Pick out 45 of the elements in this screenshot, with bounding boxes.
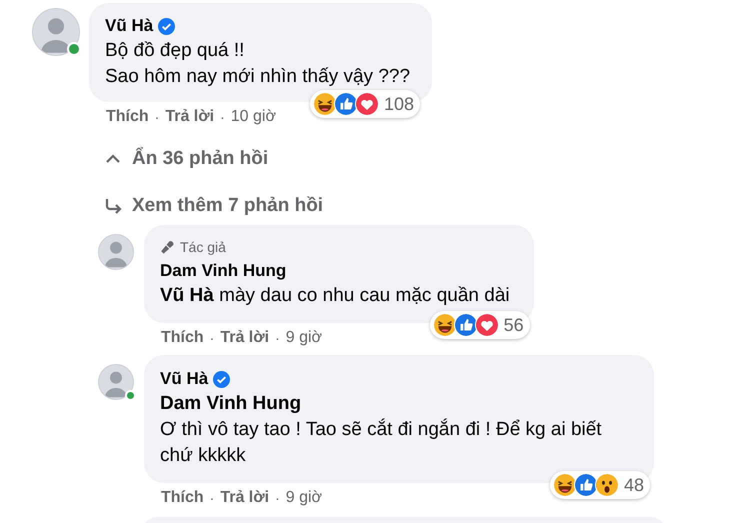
heart-icon bbox=[474, 313, 499, 337]
avatar[interactable] bbox=[98, 364, 134, 400]
comment-text: Vũ Hà mày dau co nhu cau mặc quần dài bbox=[160, 284, 510, 308]
comment-text: Ơ thì vô tay tao ! Tao sẽ cắt đi ngắn đi ! Để kg ai biết chứ kkkkk bbox=[160, 418, 603, 468]
commenter-name[interactable]: Vũ Hà bbox=[160, 367, 208, 391]
reactions-summary[interactable]: 108 bbox=[310, 90, 420, 118]
comment-text: Sao hôm nay mới nhìn thấy vậy ??? bbox=[105, 65, 410, 89]
reply-link[interactable]: Trả lời bbox=[165, 108, 214, 126]
separator-dot: · bbox=[154, 109, 160, 125]
separator-dot: · bbox=[220, 109, 225, 125]
laughing-emoji-icon bbox=[552, 473, 577, 497]
thumbs-up-icon bbox=[334, 92, 358, 116]
verified-badge-icon bbox=[158, 18, 176, 34]
author-label: Tác giả bbox=[180, 238, 226, 257]
tagged-name[interactable]: Dam Vinh Hung bbox=[160, 391, 630, 417]
timestamp[interactable]: 9 giờ bbox=[286, 489, 322, 507]
thumbs-up-icon bbox=[454, 313, 478, 337]
separator-dot: · bbox=[275, 490, 280, 506]
timestamp[interactable]: 10 giờ bbox=[230, 108, 276, 126]
verified-badge-icon bbox=[213, 370, 230, 388]
reply-link[interactable]: Trả lời bbox=[220, 329, 270, 347]
reactions-summary[interactable]: 48 bbox=[550, 471, 650, 499]
laughing-emoji-icon bbox=[432, 313, 457, 337]
microphone-icon bbox=[160, 240, 175, 254]
avatar[interactable] bbox=[98, 234, 134, 270]
like-link[interactable]: Thích bbox=[161, 489, 204, 507]
like-link[interactable]: Thích bbox=[161, 329, 204, 347]
reactions-summary[interactable]: 56 bbox=[430, 311, 530, 339]
comment-text: Bộ đồ đẹp quá !! bbox=[105, 39, 246, 63]
avatar[interactable] bbox=[32, 8, 80, 56]
commenter-name[interactable]: Dam Vinh Hung bbox=[160, 259, 286, 283]
laughing-emoji-icon bbox=[312, 92, 337, 116]
thumbs-up-icon bbox=[574, 473, 598, 497]
hide-replies-link[interactable]: Ẩn 36 phản hồi bbox=[132, 148, 268, 170]
more-replies-link[interactable]: Xem thêm 7 phản hồi bbox=[132, 195, 324, 217]
separator-dot: · bbox=[210, 330, 214, 346]
like-link[interactable]: Thích bbox=[106, 108, 149, 126]
timestamp[interactable]: 9 giờ bbox=[286, 329, 322, 347]
separator-dot: · bbox=[210, 490, 214, 506]
reply-link[interactable]: Trả lời bbox=[220, 489, 270, 507]
surprised-emoji-icon bbox=[594, 473, 619, 497]
commenter-name[interactable]: Vũ Hà bbox=[105, 14, 154, 38]
reply-arrow-icon bbox=[104, 197, 122, 215]
heart-icon bbox=[354, 92, 379, 116]
separator-dot: · bbox=[275, 330, 280, 346]
